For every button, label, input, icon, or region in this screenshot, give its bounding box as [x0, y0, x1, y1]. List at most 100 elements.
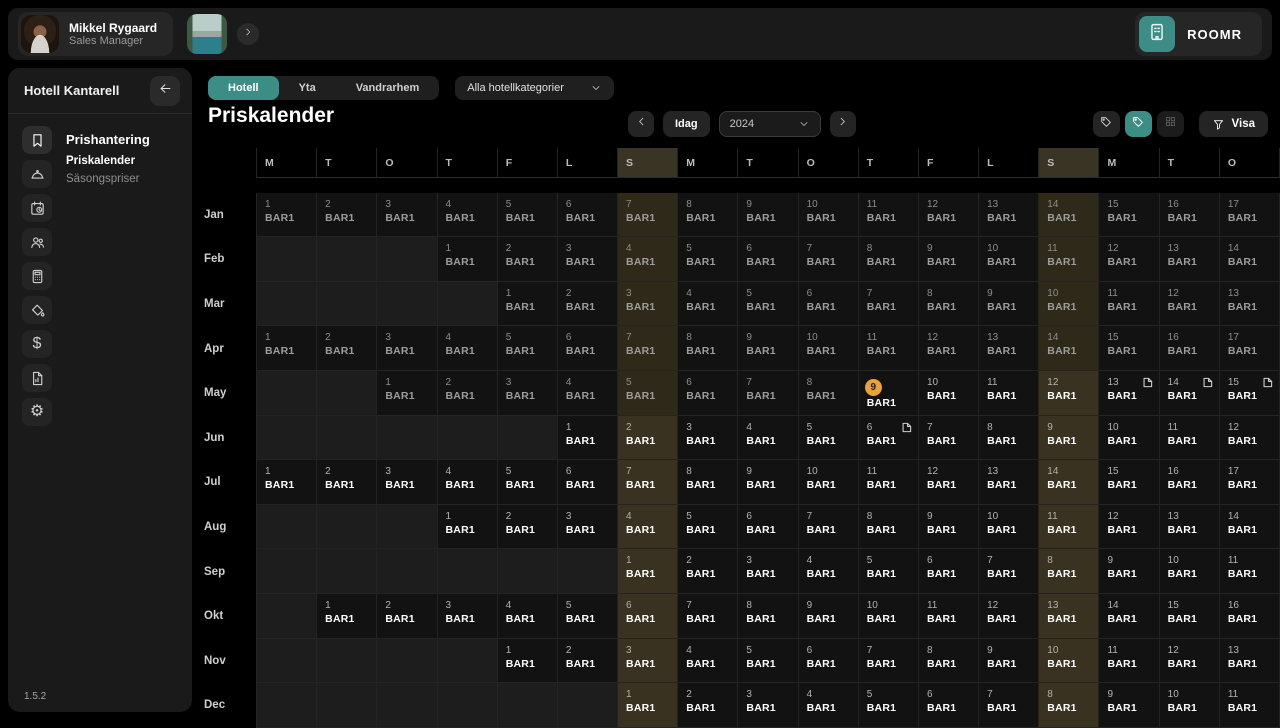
day-cell-Jul-4[interactable]: 4BAR1 [438, 460, 498, 505]
tab-hotell[interactable]: Hotell [208, 76, 279, 100]
day-cell-Jul-3[interactable]: 3BAR1 [377, 460, 437, 505]
day-cell-Jun-6[interactable]: 6BAR1 [859, 416, 919, 461]
day-cell-Nov-10[interactable]: 10BAR1 [1039, 639, 1099, 684]
category-filter-dropdown[interactable]: Alla hotellkategorier [455, 76, 614, 100]
day-cell-Jun-5[interactable]: 5BAR1 [799, 416, 859, 461]
day-cell-Jul-16[interactable]: 16BAR1 [1160, 460, 1220, 505]
day-cell-Feb-6[interactable]: 6BAR1 [738, 237, 798, 282]
sidebar-dollar-button[interactable]: $ [22, 330, 52, 358]
day-cell-Jul-1[interactable]: 1BAR1 [257, 460, 317, 505]
day-cell-Okt-9[interactable]: 9BAR1 [799, 594, 859, 639]
day-cell-Feb-11[interactable]: 11BAR1 [1039, 237, 1099, 282]
day-cell-Okt-7[interactable]: 7BAR1 [678, 594, 738, 639]
day-cell-Okt-8[interactable]: 8BAR1 [738, 594, 798, 639]
day-cell-Aug-11[interactable]: 11BAR1 [1039, 505, 1099, 550]
day-cell-May-2[interactable]: 2BAR1 [438, 371, 498, 416]
day-cell-Jan-5[interactable]: 5BAR1 [498, 193, 558, 238]
day-cell-Feb-10[interactable]: 10BAR1 [979, 237, 1039, 282]
profile-expand-button[interactable] [237, 23, 259, 45]
filter-button[interactable]: Visa [1199, 111, 1268, 137]
day-cell-Apr-2[interactable]: 2BAR1 [317, 326, 377, 371]
day-cell-Okt-10[interactable]: 10BAR1 [859, 594, 919, 639]
day-cell-Nov-8[interactable]: 8BAR1 [919, 639, 979, 684]
day-cell-Apr-7[interactable]: 7BAR1 [618, 326, 678, 371]
day-cell-Apr-4[interactable]: 4BAR1 [438, 326, 498, 371]
prev-year-button[interactable] [628, 111, 654, 137]
day-cell-Jan-2[interactable]: 2BAR1 [317, 193, 377, 238]
day-cell-Jan-10[interactable]: 10BAR1 [799, 193, 859, 238]
day-cell-Mar-13[interactable]: 13BAR1 [1220, 282, 1280, 327]
day-cell-Mar-6[interactable]: 6BAR1 [799, 282, 859, 327]
day-cell-Dec-3[interactable]: 3BAR1 [738, 683, 798, 728]
day-cell-Apr-6[interactable]: 6BAR1 [558, 326, 618, 371]
day-cell-Aug-3[interactable]: 3BAR1 [558, 505, 618, 550]
day-cell-Jan-7[interactable]: 7BAR1 [618, 193, 678, 238]
day-cell-Feb-12[interactable]: 12BAR1 [1099, 237, 1159, 282]
day-cell-Feb-4[interactable]: 4BAR1 [618, 237, 678, 282]
day-cell-Nov-5[interactable]: 5BAR1 [738, 639, 798, 684]
day-cell-Jan-14[interactable]: 14BAR1 [1039, 193, 1099, 238]
day-cell-Feb-14[interactable]: 14BAR1 [1220, 237, 1280, 282]
sidebar-calculator-button[interactable] [22, 262, 52, 290]
day-cell-Jul-17[interactable]: 17BAR1 [1220, 460, 1280, 505]
day-cell-Sep-3[interactable]: 3BAR1 [738, 549, 798, 594]
day-cell-Feb-8[interactable]: 8BAR1 [859, 237, 919, 282]
day-cell-Aug-1[interactable]: 1BAR1 [438, 505, 498, 550]
day-cell-Apr-17[interactable]: 17BAR1 [1220, 326, 1280, 371]
day-cell-Sep-2[interactable]: 2BAR1 [678, 549, 738, 594]
day-cell-Jan-17[interactable]: 17BAR1 [1220, 193, 1280, 238]
day-cell-Apr-3[interactable]: 3BAR1 [377, 326, 437, 371]
day-cell-Apr-13[interactable]: 13BAR1 [979, 326, 1039, 371]
day-cell-Jul-11[interactable]: 11BAR1 [859, 460, 919, 505]
day-cell-May-10[interactable]: 10BAR1 [919, 371, 979, 416]
view-toggle-grid[interactable] [1157, 111, 1184, 137]
day-cell-Dec-4[interactable]: 4BAR1 [799, 683, 859, 728]
tab-yta[interactable]: Yta [279, 76, 336, 100]
nav-item-priskalender[interactable]: Priskalender [66, 155, 186, 167]
day-cell-Jan-12[interactable]: 12BAR1 [919, 193, 979, 238]
day-cell-Sep-8[interactable]: 8BAR1 [1039, 549, 1099, 594]
day-cell-Jun-9[interactable]: 9BAR1 [1039, 416, 1099, 461]
day-cell-May-1[interactable]: 1BAR1 [377, 371, 437, 416]
day-cell-Jul-13[interactable]: 13BAR1 [979, 460, 1039, 505]
day-cell-Apr-8[interactable]: 8BAR1 [678, 326, 738, 371]
day-cell-Dec-7[interactable]: 7BAR1 [979, 683, 1039, 728]
day-cell-Mar-11[interactable]: 11BAR1 [1099, 282, 1159, 327]
day-cell-Feb-9[interactable]: 9BAR1 [919, 237, 979, 282]
sidebar-report-button[interactable] [22, 364, 52, 392]
day-cell-Sep-4[interactable]: 4BAR1 [799, 549, 859, 594]
day-cell-Dec-10[interactable]: 10BAR1 [1160, 683, 1220, 728]
nav-section-prishantering[interactable]: Prishantering [66, 132, 186, 147]
day-cell-Dec-11[interactable]: 11BAR1 [1220, 683, 1280, 728]
day-cell-Apr-15[interactable]: 15BAR1 [1099, 326, 1159, 371]
day-cell-Okt-11[interactable]: 11BAR1 [919, 594, 979, 639]
day-cell-Jul-14[interactable]: 14BAR1 [1039, 460, 1099, 505]
day-cell-Sep-7[interactable]: 7BAR1 [979, 549, 1039, 594]
day-cell-Nov-1[interactable]: 1BAR1 [498, 639, 558, 684]
user-profile-chip[interactable]: Mikkel Rygaard Sales Manager [18, 12, 173, 56]
day-cell-May-13[interactable]: 13BAR1 [1099, 371, 1159, 416]
view-toggle-rate-tag-outline[interactable] [1093, 111, 1120, 137]
day-cell-Jul-9[interactable]: 9BAR1 [738, 460, 798, 505]
next-year-button[interactable] [830, 111, 856, 137]
day-cell-Aug-12[interactable]: 12BAR1 [1099, 505, 1159, 550]
day-cell-Jul-10[interactable]: 10BAR1 [799, 460, 859, 505]
day-cell-Jan-13[interactable]: 13BAR1 [979, 193, 1039, 238]
day-cell-Jan-9[interactable]: 9BAR1 [738, 193, 798, 238]
day-cell-Aug-10[interactable]: 10BAR1 [979, 505, 1039, 550]
day-cell-Dec-6[interactable]: 6BAR1 [919, 683, 979, 728]
day-cell-Mar-5[interactable]: 5BAR1 [738, 282, 798, 327]
year-select[interactable]: 2024 [719, 111, 821, 137]
day-cell-Jun-3[interactable]: 3BAR1 [678, 416, 738, 461]
sidebar-paint-fill-button[interactable] [22, 296, 52, 324]
tab-vandrarhem[interactable]: Vandrarhem [336, 76, 440, 100]
day-cell-Aug-14[interactable]: 14BAR1 [1220, 505, 1280, 550]
day-cell-May-12[interactable]: 12BAR1 [1039, 371, 1099, 416]
day-cell-Jul-2[interactable]: 2BAR1 [317, 460, 377, 505]
day-cell-Sep-11[interactable]: 11BAR1 [1220, 549, 1280, 594]
day-cell-Jun-2[interactable]: 2BAR1 [618, 416, 678, 461]
day-cell-Dec-1[interactable]: 1BAR1 [618, 683, 678, 728]
day-cell-Jun-8[interactable]: 8BAR1 [979, 416, 1039, 461]
day-cell-Aug-7[interactable]: 7BAR1 [799, 505, 859, 550]
day-cell-May-14[interactable]: 14BAR1 [1160, 371, 1220, 416]
